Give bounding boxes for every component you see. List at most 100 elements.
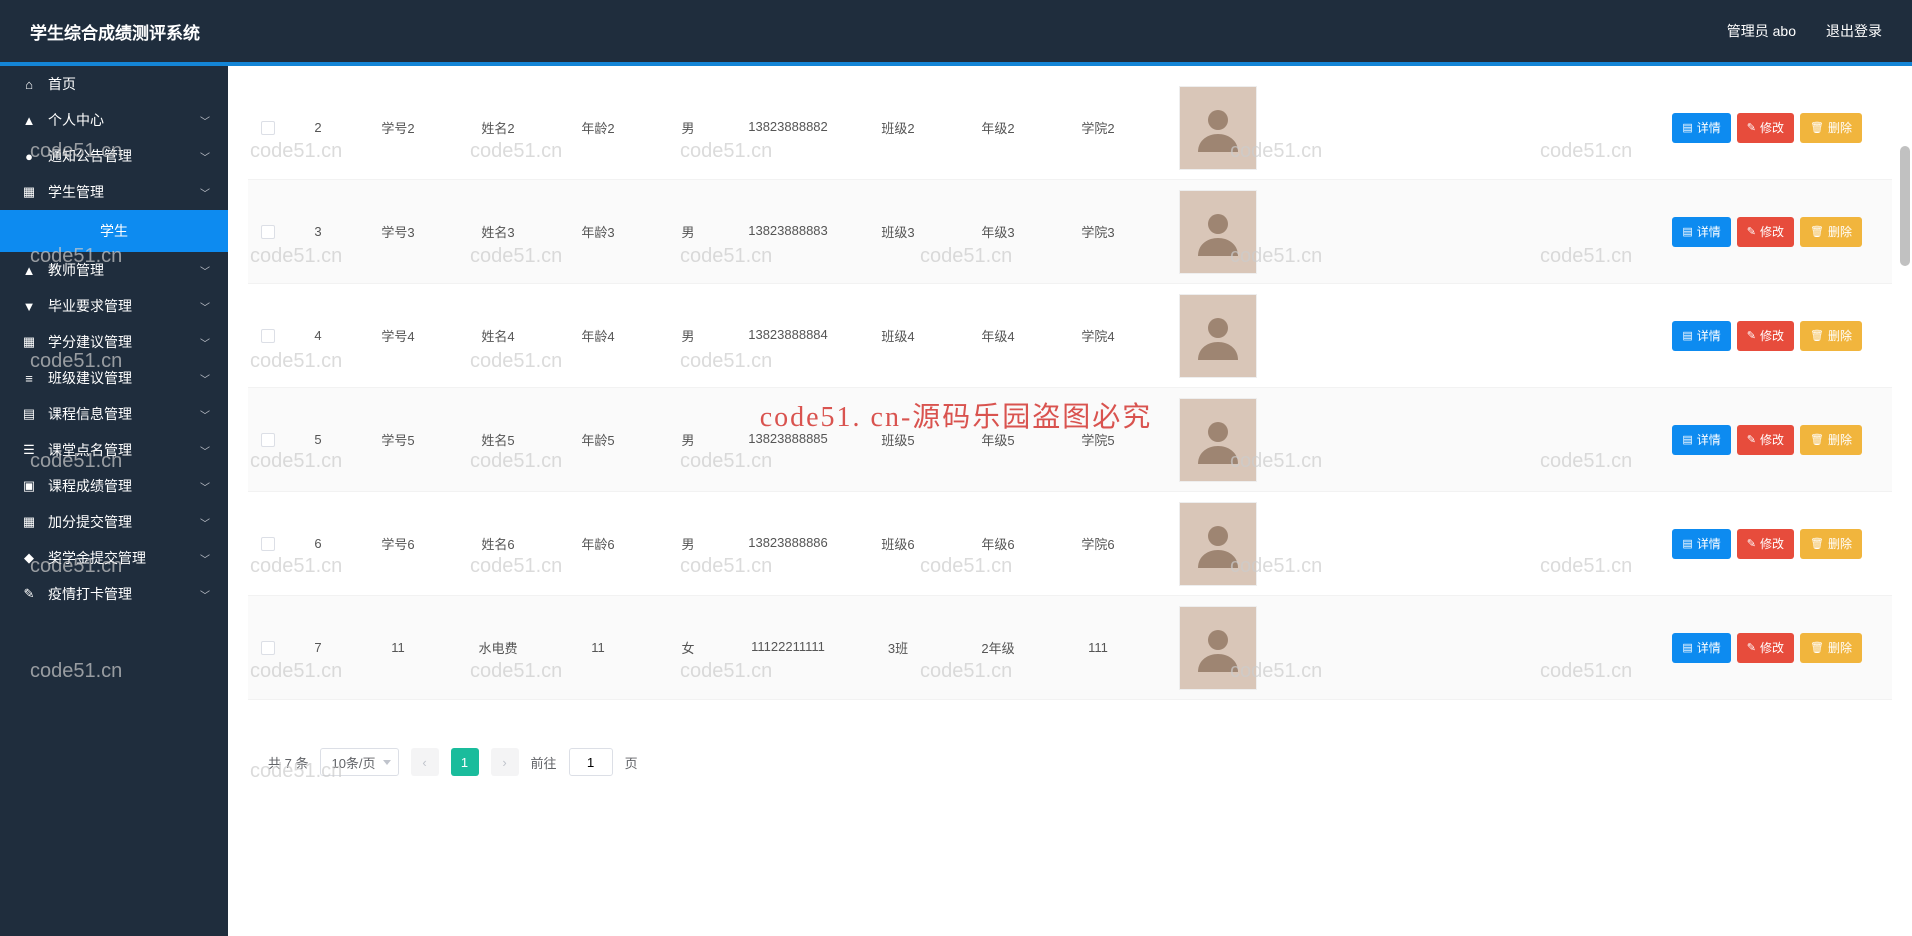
cell-name: 姓名6 (448, 530, 548, 557)
nav-item-3[interactable]: ▲教师管理﹀ (0, 252, 228, 288)
cell-student-no: 学号5 (348, 426, 448, 453)
delete-button[interactable]: 🗑删除 (1800, 425, 1862, 455)
detail-icon: ▤ (1682, 329, 1692, 342)
nav-home[interactable]: ⌂ 首页 (0, 66, 228, 102)
page-size-select[interactable]: 10条/页 (320, 748, 398, 776)
delete-icon: 🗑 (1810, 329, 1824, 342)
edit-icon: ✎ (1747, 641, 1756, 654)
prev-page-button[interactable]: ‹ (411, 748, 439, 776)
current-user[interactable]: 管理员 abo (1727, 21, 1796, 41)
next-page-button[interactable]: › (491, 748, 519, 776)
nav-item-1[interactable]: ●通知公告管理﹀ (0, 138, 228, 174)
logout-link[interactable]: 退出登录 (1826, 21, 1882, 41)
cell-phone: 13823888884 (728, 322, 848, 348)
cell-grade: 年级5 (948, 426, 1048, 453)
chevron-down-icon: ﹀ (200, 587, 210, 602)
goto-prefix: 前往 (531, 753, 557, 772)
row-checkbox[interactable] (261, 537, 275, 551)
goto-suffix: 页 (625, 753, 638, 772)
detail-button[interactable]: ▤详情 (1672, 217, 1730, 247)
nav-item-8[interactable]: ☰课堂点名管理﹀ (0, 432, 228, 468)
detail-button[interactable]: ▤详情 (1672, 321, 1730, 351)
detail-button[interactable]: ▤详情 (1672, 529, 1730, 559)
cell-college: 学院3 (1048, 218, 1148, 245)
edit-button[interactable]: ✎修改 (1737, 321, 1794, 351)
cell-class: 班级3 (848, 218, 948, 245)
edit-button[interactable]: ✎修改 (1737, 425, 1794, 455)
cell-age: 年龄6 (548, 530, 648, 557)
nav-item-0[interactable]: ▲个人中心﹀ (0, 102, 228, 138)
row-checkbox[interactable] (261, 329, 275, 343)
nav-label: 疫情打卡管理 (48, 584, 132, 604)
cell-sex: 男 (648, 114, 728, 141)
nav-item-5[interactable]: ▦学分建议管理﹀ (0, 324, 228, 360)
delete-button[interactable]: 🗑删除 (1800, 633, 1862, 663)
delete-button[interactable]: 🗑删除 (1800, 529, 1862, 559)
row-checkbox[interactable] (261, 433, 275, 447)
table-row: 3学号3姓名3年龄3男13823888883班级3年级3学院3▤详情✎修改🗑删除 (248, 180, 1892, 284)
nav-item-12[interactable]: ✎ 疫情打卡管理 ﹀ (0, 576, 228, 612)
grid-icon: ▦ (20, 184, 38, 200)
delete-button[interactable]: 🗑删除 (1800, 321, 1862, 351)
edit-button[interactable]: ✎修改 (1737, 529, 1794, 559)
cell-age: 11 (548, 636, 648, 659)
nav-item-10[interactable]: ▦加分提交管理﹀ (0, 504, 228, 540)
student-avatar (1179, 190, 1257, 274)
cell-sex: 男 (648, 218, 728, 245)
detail-icon: ▤ (1682, 433, 1692, 446)
cell-index: 5 (288, 428, 348, 451)
nav-item-6[interactable]: ≡班级建议管理﹀ (0, 360, 228, 396)
delete-button[interactable]: 🗑删除 (1800, 113, 1862, 143)
detail-button[interactable]: ▤详情 (1672, 633, 1730, 663)
chevron-down-icon: ﹀ (200, 443, 210, 458)
cap-icon: ▼ (20, 299, 38, 314)
student-avatar (1179, 606, 1257, 690)
cell-college: 学院2 (1048, 114, 1148, 141)
detail-button[interactable]: ▤详情 (1672, 113, 1730, 143)
sidebar: ⌂ 首页 ▲个人中心﹀●通知公告管理﹀▦学生管理﹀学生▲教师管理﹀▼毕业要求管理… (0, 66, 228, 936)
chevron-down-icon: ﹀ (200, 185, 210, 200)
nav-item-7[interactable]: ▤课程信息管理﹀ (0, 396, 228, 432)
cell-college: 学院4 (1048, 322, 1148, 349)
clip-icon: ✎ (20, 586, 38, 602)
edit-button[interactable]: ✎修改 (1737, 217, 1794, 247)
cell-college: 学院5 (1048, 426, 1148, 453)
detail-icon: ▤ (1682, 641, 1692, 654)
chevron-down-icon: ﹀ (200, 335, 210, 350)
cell-grade: 年级3 (948, 218, 1048, 245)
cell-grade: 年级6 (948, 530, 1048, 557)
nav-item-9[interactable]: ▣课程成绩管理﹀ (0, 468, 228, 504)
row-checkbox[interactable] (261, 121, 275, 135)
cell-sex: 男 (648, 426, 728, 453)
nav-item-2[interactable]: ▦学生管理﹀ (0, 174, 228, 210)
nav-label: 通知公告管理 (48, 146, 132, 166)
delete-icon: 🗑 (1810, 225, 1824, 238)
edit-button[interactable]: ✎修改 (1737, 633, 1794, 663)
nav-label: 课程成绩管理 (48, 476, 132, 496)
detail-icon: ▤ (1682, 121, 1692, 134)
nav-sub-student[interactable]: 学生 (0, 210, 228, 252)
page-1-button[interactable]: 1 (451, 748, 479, 776)
detail-button[interactable]: ▤详情 (1672, 425, 1730, 455)
nav-item-4[interactable]: ▼毕业要求管理﹀ (0, 288, 228, 324)
cell-phone: 13823888883 (728, 218, 848, 244)
goto-page-input[interactable] (569, 748, 613, 776)
user-icon: ▲ (20, 263, 38, 278)
delete-button[interactable]: 🗑删除 (1800, 217, 1862, 247)
nav-label: 班级建议管理 (48, 368, 132, 388)
scrollbar[interactable] (1900, 146, 1910, 266)
main-content: 2学号2姓名2年龄2男13823888882班级2年级2学院2▤详情✎修改🗑删除… (228, 66, 1912, 936)
edit-icon: ✎ (1747, 225, 1756, 238)
cell-phone: 11122211111 (728, 634, 848, 660)
row-checkbox[interactable] (261, 641, 275, 655)
nav-label: 首页 (48, 74, 76, 94)
delete-icon: 🗑 (1810, 433, 1824, 446)
cell-class: 3班 (848, 634, 948, 661)
edit-button[interactable]: ✎修改 (1737, 113, 1794, 143)
row-checkbox[interactable] (261, 225, 275, 239)
cell-student-no: 学号3 (348, 218, 448, 245)
nav-item-11[interactable]: ◆奖学金提交管理﹀ (0, 540, 228, 576)
cell-student-no: 学号4 (348, 322, 448, 349)
cell-name: 水电费 (448, 634, 548, 661)
cell-name: 姓名3 (448, 218, 548, 245)
